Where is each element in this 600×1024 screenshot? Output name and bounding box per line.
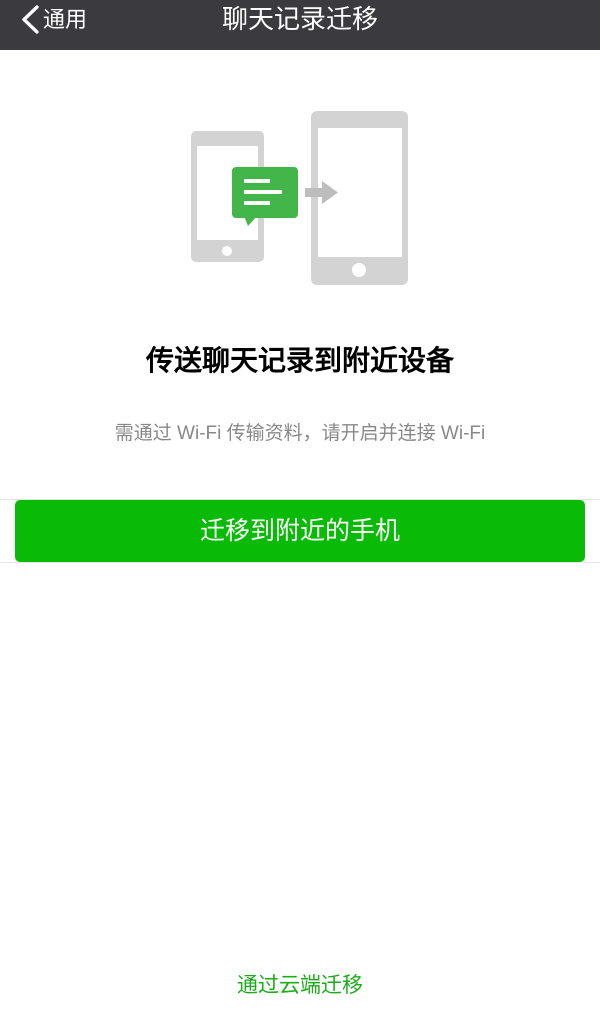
wifi-hint: 需通过 Wi-Fi 传输资料，请开启并连接 Wi-Fi <box>114 423 486 444</box>
migrate-to-nearby-phone-button[interactable]: 迁移到附近的手机 <box>15 500 585 562</box>
back-label: 通用 <box>43 7 88 32</box>
cloud-migration-link[interactable]: 通过云端迁移 <box>237 972 363 1000</box>
chevron-left-icon <box>22 5 39 34</box>
nav-bar: 通用 聊天记录迁移 <box>0 0 600 50</box>
divider <box>0 562 600 563</box>
back-button[interactable]: 通用 <box>16 0 87 40</box>
section-heading: 传送聊天记录到附近设备 <box>145 345 454 376</box>
chat-bubble-icon <box>232 167 298 226</box>
footer: 通过云端迁移 <box>0 972 600 1000</box>
page-title: 聊天记录迁移 <box>221 4 378 34</box>
migration-illustration <box>191 111 408 285</box>
